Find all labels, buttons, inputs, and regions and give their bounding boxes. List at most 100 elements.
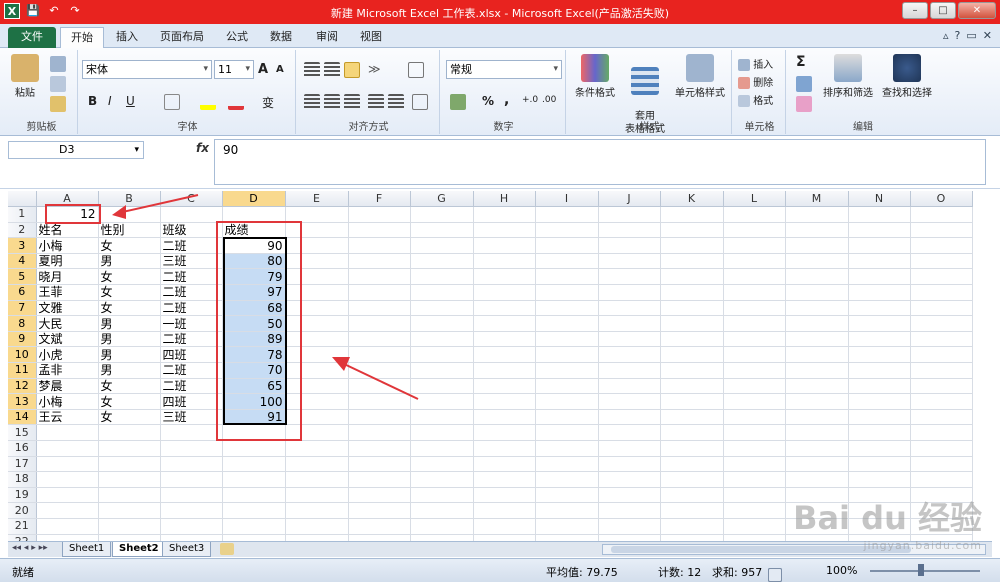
cell[interactable]: 四班 <box>160 346 223 364</box>
cell[interactable]: 男 <box>98 362 161 379</box>
cell[interactable] <box>848 268 911 286</box>
cell[interactable] <box>36 471 99 488</box>
cell[interactable] <box>723 346 786 364</box>
increase-indent-icon[interactable] <box>388 94 404 110</box>
cell[interactable] <box>785 346 849 364</box>
cell[interactable]: 68 <box>222 300 286 317</box>
cell[interactable]: 二班 <box>160 268 223 286</box>
italic-button[interactable]: I <box>108 94 112 108</box>
cell[interactable] <box>160 440 223 457</box>
cell[interactable] <box>848 378 911 395</box>
cell[interactable] <box>535 424 599 441</box>
cell[interactable] <box>910 346 973 364</box>
align-bottom-icon[interactable] <box>344 62 360 78</box>
cell[interactable] <box>285 440 349 457</box>
cell[interactable] <box>473 471 536 488</box>
cell[interactable] <box>723 237 786 254</box>
format-painter-icon[interactable] <box>50 96 66 112</box>
cell[interactable] <box>785 393 849 410</box>
cell[interactable] <box>848 206 911 223</box>
cell[interactable] <box>36 424 99 441</box>
cell[interactable] <box>598 456 661 473</box>
font-color-icon[interactable] <box>228 94 244 110</box>
cell[interactable] <box>348 346 411 364</box>
cell[interactable] <box>910 222 973 239</box>
maximize-button[interactable]: □ <box>930 2 956 19</box>
cell[interactable] <box>598 409 661 426</box>
cell[interactable] <box>598 534 661 541</box>
cell[interactable] <box>723 284 786 301</box>
cell[interactable]: 91 <box>222 409 286 426</box>
cell[interactable] <box>598 237 661 254</box>
tab-insert[interactable]: 插入 <box>106 27 148 48</box>
cell[interactable]: 二班 <box>160 362 223 379</box>
cell[interactable] <box>723 362 786 379</box>
cell[interactable] <box>98 440 161 457</box>
row-header[interactable]: 11 <box>8 362 37 379</box>
cell[interactable] <box>723 534 786 541</box>
cell[interactable] <box>535 315 599 332</box>
cell[interactable] <box>910 268 973 286</box>
sheet-tab-2[interactable]: Sheet2 <box>112 542 166 557</box>
cell[interactable]: 二班 <box>160 237 223 254</box>
cell[interactable] <box>348 362 411 379</box>
cell[interactable] <box>348 518 411 535</box>
cell[interactable] <box>348 268 411 286</box>
cell[interactable] <box>160 456 223 473</box>
cell[interactable] <box>910 456 973 473</box>
cell[interactable] <box>660 456 724 473</box>
row-header[interactable]: 12 <box>8 378 37 395</box>
cell[interactable] <box>848 237 911 254</box>
restore-icon[interactable]: ▭ <box>966 29 976 42</box>
cell[interactable]: 女 <box>98 237 161 254</box>
cell[interactable] <box>598 206 661 223</box>
cell[interactable] <box>660 378 724 395</box>
cell[interactable]: 小梅 <box>36 393 99 410</box>
cell[interactable] <box>660 502 724 519</box>
row-header[interactable]: 4 <box>8 253 37 270</box>
cell[interactable] <box>785 222 849 239</box>
cell[interactable] <box>98 424 161 441</box>
cell[interactable] <box>723 409 786 426</box>
percent-button[interactable]: % <box>482 94 494 108</box>
cell[interactable] <box>598 440 661 457</box>
cell[interactable] <box>410 206 474 223</box>
cell[interactable] <box>660 440 724 457</box>
cell[interactable] <box>535 471 599 488</box>
cell[interactable] <box>848 253 911 270</box>
font-name-select[interactable]: 宋体 <box>82 60 212 79</box>
cell[interactable] <box>848 393 911 410</box>
cell[interactable] <box>598 487 661 504</box>
cell[interactable] <box>660 237 724 254</box>
row-header[interactable]: 19 <box>8 487 37 504</box>
cell[interactable] <box>910 237 973 254</box>
cell[interactable] <box>473 518 536 535</box>
column-header-e[interactable]: E <box>285 191 349 208</box>
cell[interactable] <box>723 456 786 473</box>
cell[interactable] <box>910 315 973 332</box>
cell[interactable] <box>473 393 536 410</box>
cell-styles-button[interactable]: 单元格样式 <box>670 54 730 99</box>
cell[interactable] <box>348 440 411 457</box>
cell[interactable]: 文斌 <box>36 331 99 348</box>
cell[interactable] <box>723 315 786 332</box>
cell[interactable] <box>598 284 661 301</box>
cell[interactable] <box>660 518 724 535</box>
cell[interactable] <box>285 284 349 301</box>
row-header[interactable]: 15 <box>8 424 37 441</box>
row-header[interactable]: 13 <box>8 393 37 410</box>
cell[interactable] <box>910 393 973 410</box>
cell[interactable] <box>910 424 973 441</box>
cell[interactable] <box>285 315 349 332</box>
cell[interactable] <box>535 331 599 348</box>
cell[interactable] <box>598 315 661 332</box>
column-header-h[interactable]: H <box>473 191 536 208</box>
cell[interactable]: 65 <box>222 378 286 395</box>
cell[interactable] <box>848 315 911 332</box>
cell[interactable] <box>285 237 349 254</box>
cell[interactable] <box>410 471 474 488</box>
new-sheet-icon[interactable] <box>220 543 234 555</box>
tab-review[interactable]: 审阅 <box>306 27 348 48</box>
cell[interactable] <box>910 284 973 301</box>
cell[interactable] <box>98 206 161 223</box>
